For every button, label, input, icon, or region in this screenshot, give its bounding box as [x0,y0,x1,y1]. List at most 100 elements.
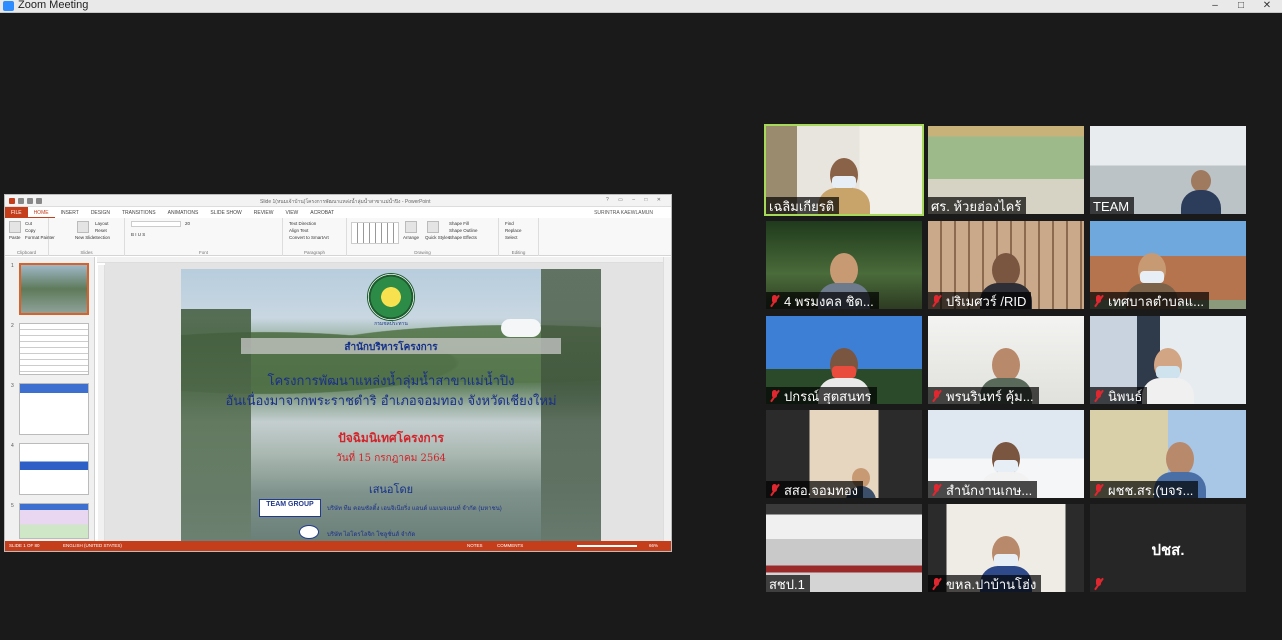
paste-button[interactable]: Paste [9,235,21,240]
signed-in-user[interactable]: SURINTRA KAEWLAMUN [588,207,671,218]
participant-video [1142,348,1194,404]
video-tile[interactable]: ปริเมศวร์ /RID [928,221,1084,309]
slide-thumbnail-3[interactable] [19,383,89,435]
find-button[interactable]: Find [505,221,514,226]
undo-icon[interactable] [27,198,33,204]
notes-button[interactable]: NOTES [467,543,483,548]
select-button[interactable]: Select [505,235,518,240]
language-indicator[interactable]: ENGLISH (UNITED STATES) [63,543,122,548]
replace-button[interactable]: Replace [505,228,522,233]
tab-review[interactable]: REVIEW [248,207,280,218]
arrange-icon[interactable] [405,221,417,233]
editing-group: Find Replace Select Editing [499,218,539,256]
align-text-button[interactable]: Align Text [289,228,308,233]
arrange-button[interactable]: Arrange [403,235,419,240]
participant-name: 4 พรมงคล ชิด... [784,293,874,309]
maximize-button[interactable]: □ [1228,0,1254,12]
shape-effects-button[interactable]: Shape Effects [449,235,477,240]
font-size-box[interactable]: 20 [185,221,190,226]
mic-muted-icon [1093,295,1104,307]
quick-styles-button[interactable]: Quick Styles [425,235,450,240]
video-tile[interactable]: ขหล.ปาบ้านโฮ่ง [928,504,1084,592]
text-direction-button[interactable]: Text Direction [289,221,316,226]
video-tile[interactable]: สชป.1 [766,504,922,592]
tab-design[interactable]: DESIGN [85,207,116,218]
hydrologic-logo [299,525,319,539]
tab-acrobat[interactable]: ACROBAT [304,207,340,218]
participant-name: ศร. ห้วยฮ่องไคร้ [931,198,1022,214]
tab-file[interactable]: FILE [5,207,28,218]
window-title: Zoom Meeting [18,0,89,11]
shapes-gallery[interactable] [351,222,399,244]
reset-button[interactable]: Reset [95,228,107,233]
cut-button[interactable]: Cut [25,221,32,226]
copy-button[interactable]: Copy [25,228,36,233]
video-tile[interactable]: สสอ.จอมทอง [766,410,922,498]
video-tile[interactable]: ผชช.สร.(บจร... [1090,410,1246,498]
vertical-ruler [98,265,105,542]
powerpoint-titlebar: Slide 1(หนมเจ้าบ้าน)โครงการพัฒนาแหล่งน้ำ… [5,195,671,207]
tab-slide-show[interactable]: SLIDE SHOW [204,207,247,218]
video-tile[interactable]: 4 พรมงคล ชิด... [766,221,922,309]
mic-muted-icon [769,484,780,496]
current-slide[interactable]: กรมชลประทาน สำนักบริหารโครงการ โครงการพั… [181,269,601,542]
zoom-slider[interactable] [577,545,637,547]
slide-counter: SLIDE 1 OF 80 [9,543,40,548]
quick-access-toolbar[interactable] [9,198,69,204]
slide-company-2: บริษัท ไฮโดรโลจิก โซลูชั่นส์ จำกัด [327,532,416,538]
slide-thumbnail-2[interactable] [19,323,89,375]
paste-icon[interactable] [9,221,21,233]
shape-fill-button[interactable]: Shape Fill [449,221,469,226]
participant-name: เฉลิมเกียรติ [769,198,835,214]
video-tile[interactable]: พรนรินทร์ คุ้ม... [928,316,1084,404]
slide-thumbnail-1[interactable] [19,263,89,315]
save-icon[interactable] [18,198,24,204]
shape-outline-button[interactable]: Shape Outline [449,228,478,233]
participant-name: ปริเมศวร์ /RID [946,293,1027,309]
video-tile[interactable]: ปชส. [1090,504,1246,592]
smartart-button[interactable]: Convert to SmartArt [289,235,329,240]
bold-italic-underline-buttons[interactable]: B I U S [131,232,145,237]
participant-name-label: ศร. ห้วยฮ่องไคร้ [928,197,1027,214]
mic-muted-icon [1093,578,1104,590]
participant-name: นิพนธ์ [1108,388,1143,404]
video-tile[interactable]: TEAM [1090,126,1246,214]
video-tile[interactable]: ศร. ห้วยฮ่องไคร้ [928,126,1084,214]
slide-thumbnail-4[interactable] [19,443,89,495]
video-tile[interactable]: ปกรณ์ สุตสนทร [766,316,922,404]
vertical-scrollbar[interactable] [663,257,671,542]
quick-styles-icon[interactable] [427,221,439,233]
tab-animations[interactable]: ANIMATIONS [162,207,205,218]
section-button[interactable]: Section [95,235,110,240]
font-name-box[interactable] [131,221,181,227]
participant-name-label: ผชช.สร.(บจร... [1090,481,1199,498]
video-tile[interactable]: สำนักงานเกษ... [928,410,1084,498]
drawing-group: Arrange Quick Styles Shape Fill Shape Ou… [347,218,499,256]
pp-window-controls[interactable]: ? ▭ – □ ✕ [606,197,665,203]
redo-icon[interactable] [36,198,42,204]
tab-home[interactable]: HOME [27,207,55,218]
video-tile[interactable]: นิพนธ์ [1090,316,1246,404]
font-group: 20 B I U S Font [125,218,283,256]
participant-name-label: ปกรณ์ สุตสนทร [766,387,877,404]
video-tile[interactable]: เทศบาลตำบลแ... [1090,221,1246,309]
close-button[interactable]: ✕ [1254,0,1280,12]
slides-group: New Slide Layout Reset Section Slides [49,218,125,256]
new-slide-button[interactable]: New Slide [75,235,95,240]
zoom-level[interactable]: 66% [649,543,658,548]
participant-name-label: 4 พรมงคล ชิด... [766,292,879,309]
participant-name-label: เทศบาลตำบลแ... [1090,292,1209,309]
layout-button[interactable]: Layout [95,221,109,226]
tab-insert[interactable]: INSERT [55,207,85,218]
video-tile[interactable]: เฉลิมเกียรติ [764,124,924,216]
slide-thumbnail-5[interactable] [19,503,89,539]
zoom-app-icon [3,1,14,11]
new-slide-icon[interactable] [77,221,89,233]
tab-transitions[interactable]: TRANSITIONS [116,207,162,218]
minimize-button[interactable]: – [1202,0,1228,12]
slides-label: Slides [80,250,93,255]
tab-view[interactable]: VIEW [280,207,305,218]
clipboard-group: Paste Cut Copy Format Painter Clipboard [5,218,55,256]
comments-button[interactable]: COMMENTS [497,543,523,548]
participant-name: สำนักงานเกษ... [946,482,1033,498]
